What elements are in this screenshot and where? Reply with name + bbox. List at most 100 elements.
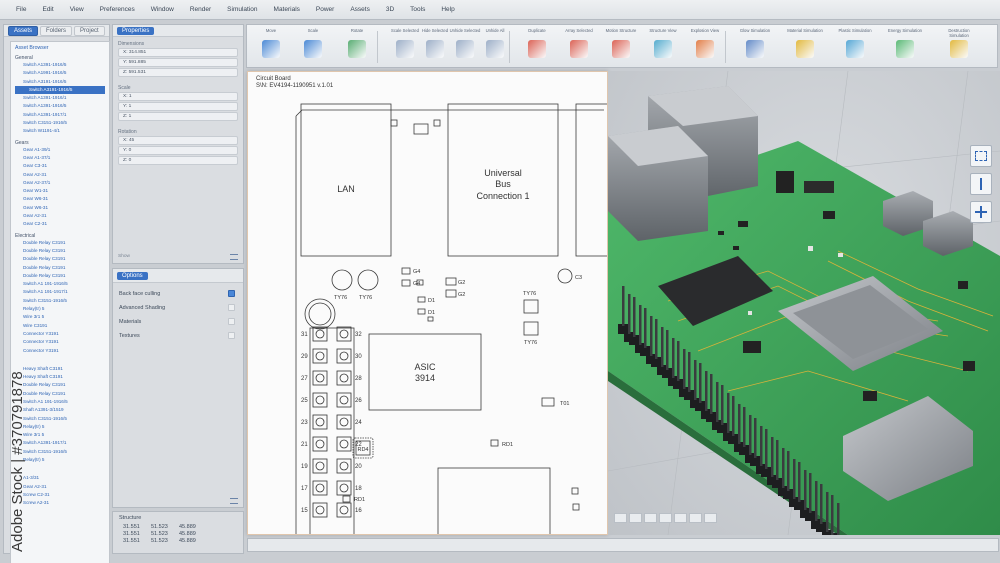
- toolbar-button-glow-simulation[interactable]: Glow Simulation: [737, 28, 773, 58]
- tree-item[interactable]: Switch A1 191-1916/5: [15, 280, 105, 288]
- tree-item[interactable]: Gear A2-31: [15, 483, 105, 491]
- tree-item[interactable]: Wire 3r1 5: [15, 431, 105, 439]
- scale-y-field[interactable]: Y: 1: [118, 102, 238, 111]
- tree-item[interactable]: Switch A1391-1916/5: [15, 102, 105, 110]
- menu-item-view[interactable]: View: [62, 6, 92, 13]
- tree-item[interactable]: Screw A2-31: [15, 499, 105, 507]
- toolbar-button-scale[interactable]: Scale: [295, 28, 331, 58]
- rotation-x-field[interactable]: X: 45: [118, 136, 238, 145]
- view-thumb[interactable]: [659, 513, 672, 523]
- dimension-x-field[interactable]: X: 314.851: [118, 48, 238, 57]
- menu-item-3d[interactable]: 3D: [378, 6, 402, 13]
- tree-item[interactable]: Switch C3151-1916/5: [15, 448, 105, 456]
- tree-item[interactable]: Switch C3151-1916/5: [15, 415, 105, 423]
- view-thumb[interactable]: [629, 513, 642, 523]
- tree-item[interactable]: Screw C2-31: [15, 491, 105, 499]
- toolbar-button-array-selected[interactable]: Array Selected: [561, 28, 597, 58]
- tree-item[interactable]: Relay(tr) 5: [15, 456, 105, 464]
- tree-item[interactable]: Switch W1191-4/1: [15, 127, 105, 135]
- tab-project[interactable]: Project: [74, 25, 105, 36]
- 3d-viewport[interactable]: [608, 71, 1000, 535]
- tree-item[interactable]: Switch C3151-1916/5: [15, 119, 105, 127]
- select-region-icon[interactable]: [970, 145, 992, 167]
- option-checkbox[interactable]: [228, 318, 235, 325]
- tree-item[interactable]: Gear W1-31: [15, 187, 105, 195]
- toolbar-button-motion-structure[interactable]: Motion Structure: [603, 28, 639, 58]
- tree-item[interactable]: Shaft A1391-3/1519: [15, 406, 105, 414]
- tree-item[interactable]: Double Relay C3191: [15, 272, 105, 280]
- dimension-z-field[interactable]: Z: 591.531: [118, 68, 238, 77]
- option-checkbox[interactable]: [228, 332, 235, 339]
- toolbar-button-structure-view[interactable]: Structure View: [645, 28, 681, 58]
- tree-item[interactable]: Gear A1-37/1: [15, 154, 105, 162]
- tree-item[interactable]: Gear A2-31: [15, 212, 105, 220]
- scale-x-field[interactable]: X: 1: [118, 92, 238, 101]
- tab-folders[interactable]: Folders: [40, 25, 73, 36]
- tree-item[interactable]: Gear W6-31: [15, 204, 105, 212]
- toolbar-button-rotate[interactable]: Rotate: [339, 28, 375, 58]
- tree-item[interactable]: Double Relay C3191: [15, 247, 105, 255]
- menu-item-file[interactable]: File: [8, 6, 34, 13]
- view-thumb[interactable]: [674, 513, 687, 523]
- tree-item[interactable]: Heavy Shaft C3191: [15, 373, 105, 381]
- tree-item[interactable]: Relay(tr) 5: [15, 423, 105, 431]
- tree-item[interactable]: Connector Y3191: [15, 338, 105, 346]
- tree-item[interactable]: Heavy Shaft C3191: [15, 365, 105, 373]
- move-cross-icon[interactable]: [970, 201, 992, 223]
- rotation-z-field[interactable]: Z: 0: [118, 156, 238, 165]
- toolbar-button-energy-simulation[interactable]: Energy Simulation: [887, 28, 923, 58]
- tree-item[interactable]: Switch C3151-1916/5: [15, 297, 105, 305]
- view-thumb[interactable]: [644, 513, 657, 523]
- menu-lines-icon[interactable]: [230, 254, 238, 260]
- tree-item[interactable]: Double Relay C3191: [15, 264, 105, 272]
- toolbar-button-unhide-all[interactable]: Unhide All: [477, 28, 513, 58]
- tree-item[interactable]: Relay(tr) 5: [15, 305, 105, 313]
- menu-item-help[interactable]: Help: [433, 6, 462, 13]
- tree-item[interactable]: Connector Y3191: [15, 330, 105, 338]
- tree-item[interactable]: Connector Y3191: [15, 347, 105, 355]
- tree-item[interactable]: Gear A2-31: [15, 171, 105, 179]
- view-thumb[interactable]: [704, 513, 717, 523]
- menu-item-window[interactable]: Window: [143, 6, 182, 13]
- tree-item[interactable]: Switch A1391-1916/5: [15, 61, 105, 69]
- menu-lines-icon[interactable]: [230, 498, 238, 504]
- view-thumb[interactable]: [689, 513, 702, 523]
- option-checkbox[interactable]: [228, 290, 235, 297]
- tree-item[interactable]: Switch A1991-1916/5: [15, 69, 105, 77]
- tree-item[interactable]: A1-3/31: [15, 474, 105, 482]
- tree-item[interactable]: Double Relay C3191: [15, 239, 105, 247]
- tree-item[interactable]: Switch A3191-1916/5: [15, 85, 105, 95]
- tab-assets[interactable]: Assets: [8, 25, 39, 36]
- rotation-y-field[interactable]: Y: 0: [118, 146, 238, 155]
- circuit-drawing-sheet[interactable]: Circuit Board S\N: EV4194-1190951 v.1.01: [247, 71, 608, 535]
- tree-item[interactable]: Switch A1 191-1917/1: [15, 288, 105, 296]
- tree-item[interactable]: Wire 3r1 5: [15, 313, 105, 321]
- tree-item[interactable]: Switch A1 191-1916/5: [15, 398, 105, 406]
- tree-item[interactable]: Double Relay C3191: [15, 390, 105, 398]
- tree-item[interactable]: Gear W6-31: [15, 195, 105, 203]
- toolbar-button-material-simulation[interactable]: Material Simulation: [787, 28, 823, 58]
- menu-item-edit[interactable]: Edit: [34, 6, 61, 13]
- toolbar-button-move[interactable]: Move: [253, 28, 289, 58]
- tree-item[interactable]: Gear A2-37/1: [15, 179, 105, 187]
- tree-item[interactable]: Gear A1-39/1: [15, 146, 105, 154]
- dimension-y-field[interactable]: Y: 591.885: [118, 58, 238, 67]
- tree-item[interactable]: Wire C3191: [15, 322, 105, 330]
- tree-item[interactable]: Double Relay C3191: [15, 255, 105, 263]
- option-checkbox[interactable]: [228, 304, 235, 311]
- menu-item-power[interactable]: Power: [308, 6, 342, 13]
- tree-item[interactable]: Switch A3191-1916/5: [15, 78, 105, 86]
- menu-item-assets[interactable]: Assets: [342, 6, 378, 13]
- menu-item-simulation[interactable]: Simulation: [219, 6, 265, 13]
- toolbar-button-explosion-view[interactable]: Explosion View: [687, 28, 723, 58]
- view-thumb[interactable]: [614, 513, 627, 523]
- menu-item-materials[interactable]: Materials: [266, 6, 308, 13]
- tree-item[interactable]: Double Relay C3191: [15, 381, 105, 389]
- tree-item[interactable]: Gear C3-31: [15, 162, 105, 170]
- toolbar-button-destruction-simulation[interactable]: Destruction Simulation: [941, 28, 977, 58]
- menu-item-render[interactable]: Render: [182, 6, 219, 13]
- menu-item-preferences[interactable]: Preferences: [92, 6, 143, 13]
- toolbar-button-plastic-simulation[interactable]: Plastic Simulation: [837, 28, 873, 58]
- tree-item[interactable]: Switch A1391-1917/1: [15, 439, 105, 447]
- scale-z-field[interactable]: Z: 1: [118, 112, 238, 121]
